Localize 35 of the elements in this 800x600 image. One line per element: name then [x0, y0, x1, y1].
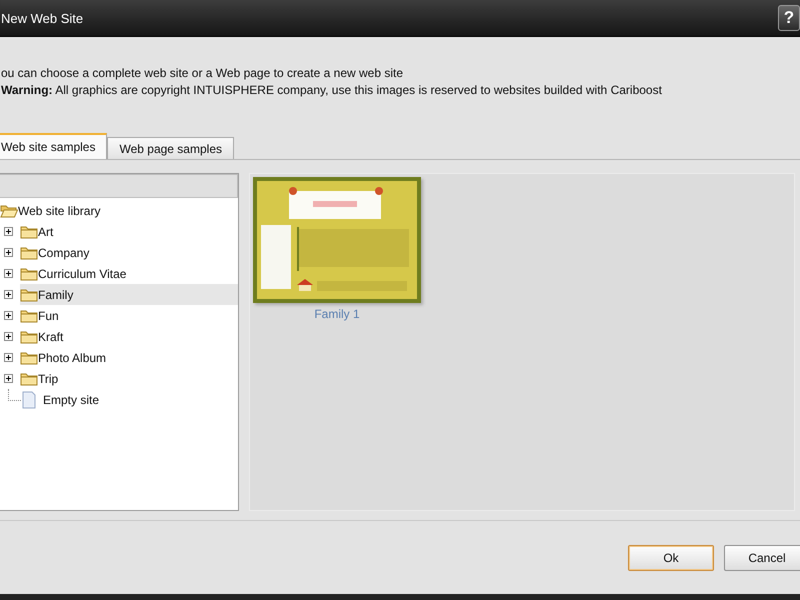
folder-icon: [20, 266, 38, 281]
expand-icon[interactable]: [4, 248, 13, 257]
tab[interactable]: Web site samples: [0, 133, 108, 159]
window-title: New Web Site: [1, 10, 84, 26]
tree-item[interactable]: Photo Album: [20, 347, 238, 368]
tree-item[interactable]: Family: [20, 284, 238, 305]
tree-item[interactable]: Empty site: [21, 389, 238, 410]
expand-icon[interactable]: [4, 311, 13, 320]
tree-item[interactable]: Trip: [20, 368, 238, 389]
intro-text: ou can choose a complete web site or a Web page to create a new web site: [1, 66, 404, 81]
folder-icon: [20, 287, 38, 302]
tab[interactable]: Web page samples: [107, 137, 234, 159]
expand-icon[interactable]: [4, 353, 13, 362]
folder-icon: [20, 350, 38, 365]
help-button[interactable]: ?: [778, 5, 800, 31]
expand-icon[interactable]: [4, 227, 13, 236]
folder-icon: [20, 371, 38, 386]
document-icon: [21, 390, 37, 408]
tree-item[interactable]: Kraft: [20, 326, 238, 347]
folder-icon: [20, 329, 38, 344]
expand-icon[interactable]: [4, 269, 13, 278]
tree-item[interactable]: Art: [20, 221, 238, 242]
expand-icon[interactable]: [4, 332, 13, 341]
expand-icon[interactable]: [4, 290, 13, 299]
warning-text: Warning: All graphics are copyright INTUISPHERE company, use this images is reserved to websites builded with Cariboost: [1, 83, 663, 98]
dialog-button[interactable]: Ok: [628, 544, 714, 570]
tree-item[interactable]: Company: [20, 242, 238, 263]
tree-item[interactable]: Curriculum Vitae: [20, 263, 238, 284]
dialog-button[interactable]: Cancel: [724, 544, 800, 570]
tree-item[interactable]: Web site library: [0, 200, 238, 221]
folder-icon: [20, 224, 38, 239]
tree-item[interactable]: Fun: [20, 305, 238, 326]
expand-icon[interactable]: [4, 374, 13, 383]
folder-icon: [20, 308, 38, 323]
folder-icon: [20, 245, 38, 260]
